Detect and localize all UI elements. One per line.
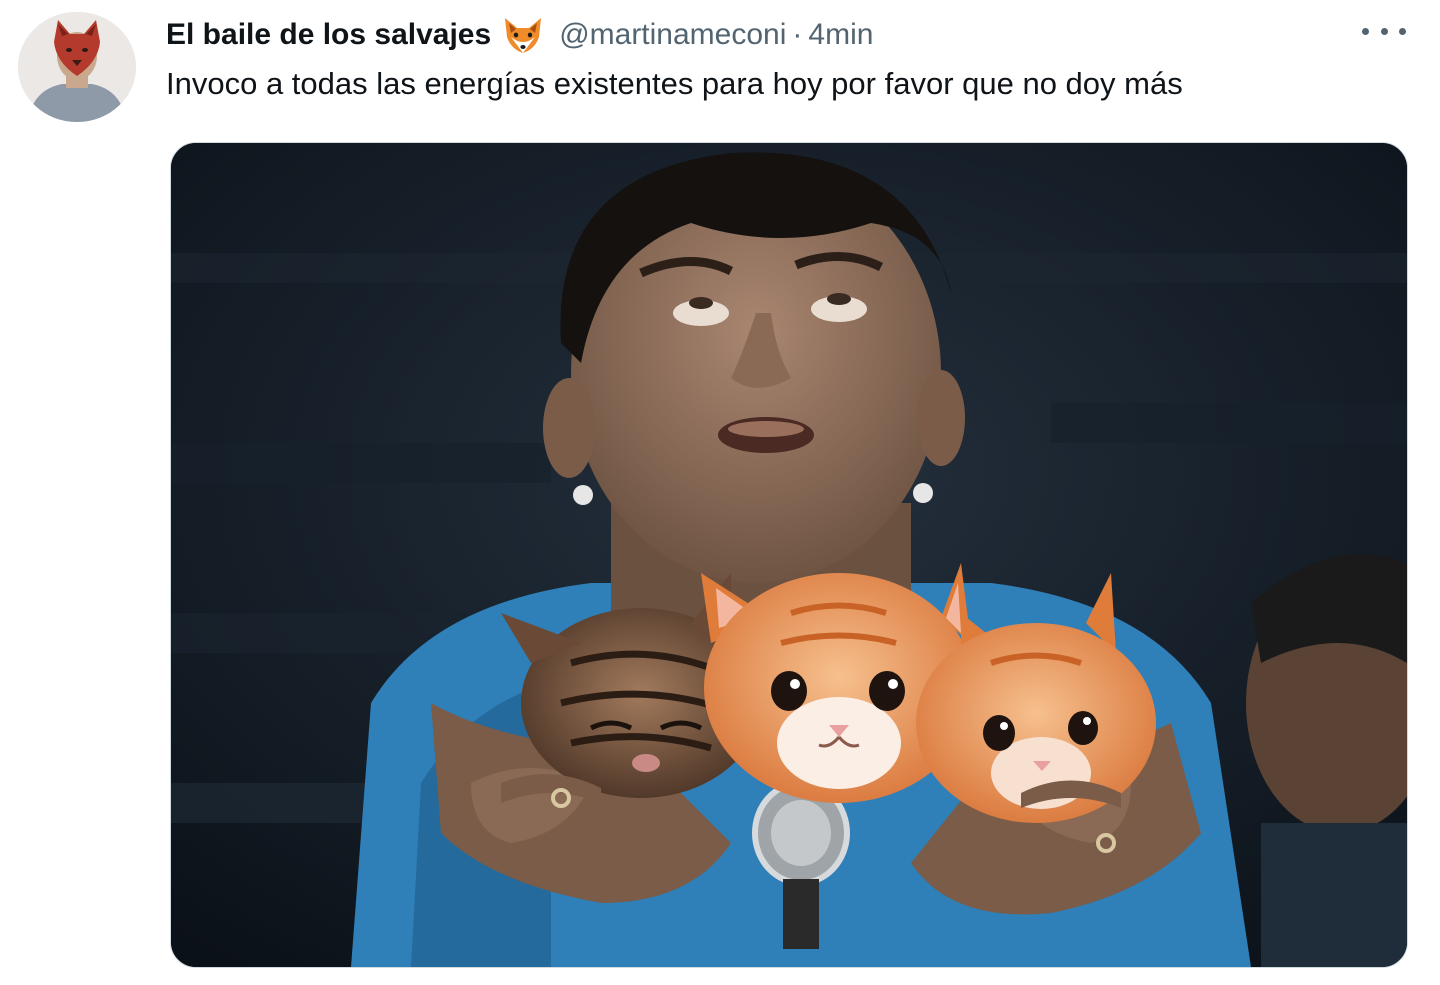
timestamp[interactable]: 4min — [808, 18, 873, 52]
tweet-photo[interactable] — [170, 142, 1408, 968]
display-name[interactable]: El baile de los salvajes — [166, 18, 491, 52]
tweet-header: El baile de los salvajes @martinameconi … — [166, 14, 873, 56]
tweet-text: Invoco a todas las energías existentes p… — [166, 66, 1183, 101]
more-options-icon[interactable] — [1362, 16, 1406, 46]
avatar[interactable] — [18, 12, 136, 122]
tweet[interactable]: El baile de los salvajes @martinameconi … — [0, 0, 1440, 985]
separator-dot: · — [792, 18, 803, 51]
fox-icon — [501, 15, 545, 55]
handle[interactable]: @martinameconi — [559, 18, 786, 52]
